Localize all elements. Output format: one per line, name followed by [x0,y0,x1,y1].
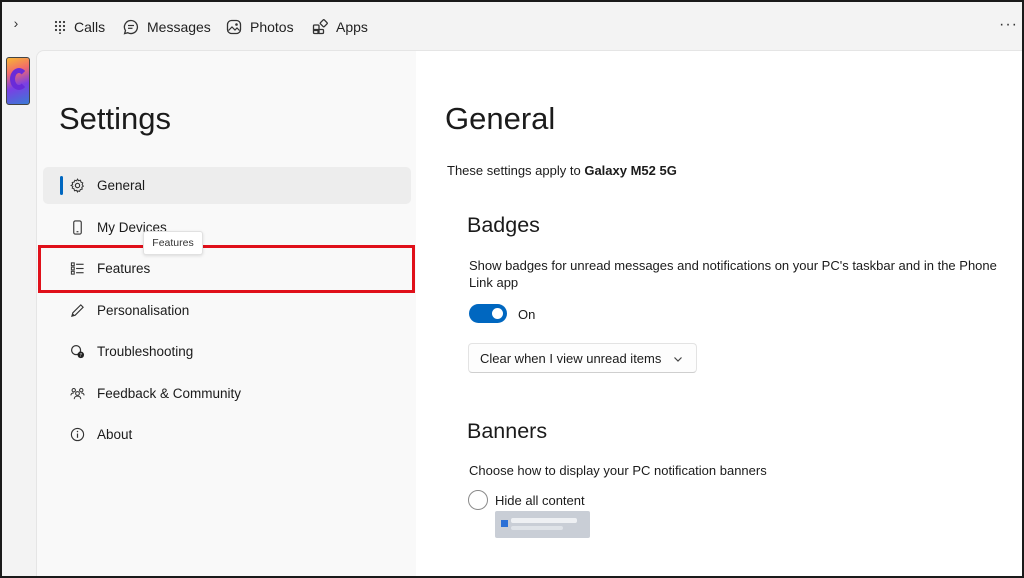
apps-icon [312,19,328,35]
preview-app-icon [501,520,508,527]
toggle-knob [492,308,503,319]
applies-to-text: These settings apply to Galaxy M52 5G [447,163,677,178]
pen-icon [70,303,85,318]
selection-indicator [60,176,63,195]
sidebar-item-my-devices[interactable]: My Devices [43,209,411,246]
badges-toggle[interactable] [469,304,507,323]
sidebar-item-label: Feedback & Community [97,386,242,401]
sidebar-item-troubleshooting[interactable]: ? Troubleshooting [43,333,411,370]
sidebar-item-label: Features [97,261,151,276]
phone-icon [70,220,85,235]
sidebar-item-label: Personalisation [97,303,190,318]
top-nav-bar: › Calls Messages Photos Apps ··· [2,2,1022,52]
list-icon [70,261,85,276]
banners-description: Choose how to display your PC notificati… [469,463,767,478]
sidebar-item-features[interactable]: Features [43,250,411,287]
expand-device-pane-button[interactable]: › [8,14,24,32]
sidebar-item-personalisation[interactable]: Personalisation [43,292,411,329]
preview-line [511,526,563,530]
nav-messages[interactable]: Messages [123,16,211,38]
nav-messages-label: Messages [147,19,211,35]
badges-section-title: Badges [467,213,540,237]
chat-icon [123,19,139,35]
device-name: Galaxy M52 5G [584,163,677,178]
nav-calls[interactable]: Calls [54,16,105,38]
settings-title: Settings [59,101,172,136]
more-options-button[interactable]: ··· [999,16,1018,34]
nav-calls-label: Calls [74,19,106,35]
sidebar-item-label: About [97,427,133,442]
banners-section-title: Banners [467,419,548,443]
nav-apps-label: Apps [336,19,368,35]
photos-icon [226,19,242,35]
hide-all-content-label: Hide all content [495,493,585,508]
gear-icon [70,178,85,193]
info-icon [70,427,85,442]
dropdown-value: Clear when I view unread items [480,350,662,366]
app-window: › Calls Messages Photos Apps ··· Setting… [0,0,1024,578]
dialpad-icon [54,20,66,34]
device-strip [2,52,34,576]
people-icon [70,386,85,401]
badges-description: Show badges for unread messages and noti… [469,258,997,290]
sidebar-item-label: Troubleshooting [97,344,194,359]
chevron-down-icon [673,351,683,366]
applies-prefix: These settings apply to [447,163,581,178]
sidebar-item-feedback-community[interactable]: Feedback & Community [43,375,411,412]
features-tooltip: Features [143,231,203,255]
nav-apps[interactable]: Apps [312,16,368,38]
clear-badges-dropdown[interactable]: Clear when I view unread items [468,343,697,373]
general-settings-content: General These settings apply to Galaxy M… [416,50,1022,576]
badges-toggle-label: On [518,307,536,322]
nav-photos-label: Photos [250,19,294,35]
banner-preview-image [495,511,590,538]
sidebar-item-about[interactable]: About [43,416,411,453]
preview-line [511,518,577,523]
troubleshoot-icon: ? [70,344,85,359]
wallpaper-graphic [10,68,28,90]
sidebar-item-general[interactable]: General [43,167,411,204]
nav-photos[interactable]: Photos [226,16,294,38]
sidebar-item-label: General [97,178,146,193]
device-thumbnail[interactable] [6,57,30,105]
page-title: General [445,101,556,136]
hide-all-content-radio[interactable] [468,490,488,510]
settings-sidebar: Settings General My Devices Features Per… [36,50,416,576]
